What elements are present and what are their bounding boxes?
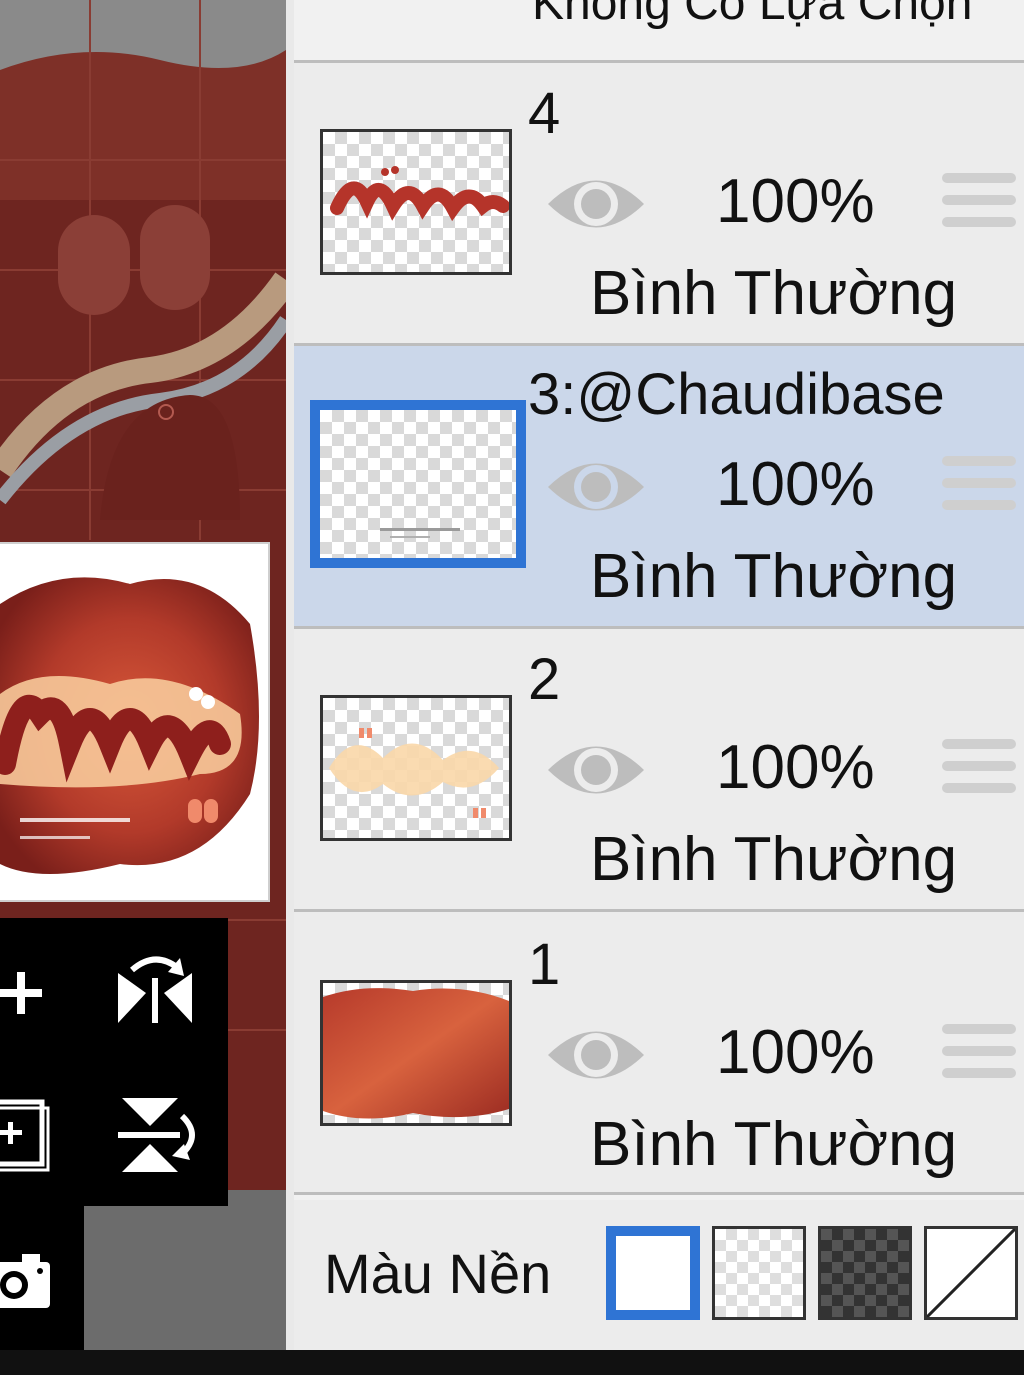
- layer-name[interactable]: 4: [528, 85, 560, 143]
- layer-blend-mode[interactable]: Bình Thường: [590, 263, 957, 325]
- layer-name[interactable]: 2: [528, 651, 560, 709]
- layer-row[interactable]: 1 100% Bình Thường: [294, 912, 1024, 1195]
- layer-opacity[interactable]: 100%: [716, 454, 875, 516]
- add-image-layer-icon: [0, 1099, 50, 1172]
- add-image-layer-button[interactable]: [0, 1096, 56, 1176]
- layer-drag-handle[interactable]: [942, 173, 1016, 235]
- canvas-preview: [0, 542, 270, 902]
- layer-blend-mode[interactable]: Bình Thường: [590, 829, 957, 891]
- flip-vertical-icon: [118, 1098, 195, 1172]
- background-swatch-white[interactable]: [606, 1226, 700, 1320]
- layer-name[interactable]: 1: [528, 936, 560, 994]
- layer-drag-handle[interactable]: [942, 739, 1016, 801]
- layer-blend-mode[interactable]: Bình Thường: [590, 546, 957, 608]
- layer-row[interactable]: 4 100% Bình Thường: [294, 63, 1024, 346]
- visibility-eye-icon[interactable]: [546, 735, 646, 805]
- layer-drag-handle[interactable]: [942, 456, 1016, 518]
- camera-icon: [0, 1254, 50, 1308]
- layer-row-selected[interactable]: 3:@Chaudibase 100% Bình Thường: [294, 346, 1024, 629]
- drawing-canvas[interactable]: [0, 0, 286, 1375]
- layer-opacity[interactable]: 100%: [716, 171, 875, 233]
- layer-thumbnail: [320, 129, 512, 275]
- camera-button[interactable]: [0, 1246, 60, 1316]
- flip-horizontal-button[interactable]: [110, 948, 200, 1038]
- layer-drag-handle[interactable]: [942, 1024, 1016, 1086]
- layer-name[interactable]: 3:@Chaudibase: [528, 366, 945, 424]
- no-background-icon: [927, 1229, 1015, 1317]
- visibility-eye-icon[interactable]: [546, 452, 646, 522]
- bottom-bar: [0, 1350, 1024, 1375]
- layer-thumbnail: [320, 980, 512, 1126]
- layer-row[interactable]: 2 100% Bình Thường: [294, 629, 1024, 912]
- tool-panel: [0, 918, 228, 1206]
- selection-label: Không Có Lựa Chọn: [532, 0, 973, 30]
- layers-panel: Không Có Lựa Chọn 4 100% Bình Thường 3:@…: [286, 0, 1024, 1350]
- background-swatch-none[interactable]: [924, 1226, 1018, 1320]
- layer-thumbnail: [310, 400, 526, 568]
- selection-header[interactable]: Không Có Lựa Chọn: [294, 0, 1024, 63]
- layer-opacity[interactable]: 100%: [716, 1022, 875, 1084]
- tool-panel-secondary: [0, 1206, 84, 1350]
- background-color-label: Màu Nền: [324, 1242, 552, 1305]
- flip-vertical-button[interactable]: [112, 1090, 200, 1180]
- visibility-eye-icon[interactable]: [546, 1020, 646, 1090]
- layer-thumbnail: [320, 695, 512, 841]
- flip-horizontal-icon: [118, 956, 192, 1023]
- add-layer-icon: [0, 972, 42, 1014]
- background-color-row: Màu Nền: [294, 1200, 1024, 1350]
- layer-blend-mode[interactable]: Bình Thường: [590, 1114, 957, 1176]
- background-swatch-dark-checker[interactable]: [818, 1226, 912, 1320]
- visibility-eye-icon[interactable]: [546, 169, 646, 239]
- layer-opacity[interactable]: 100%: [716, 737, 875, 799]
- background-swatch-light-checker[interactable]: [712, 1226, 806, 1320]
- add-layer-button[interactable]: [0, 958, 60, 1028]
